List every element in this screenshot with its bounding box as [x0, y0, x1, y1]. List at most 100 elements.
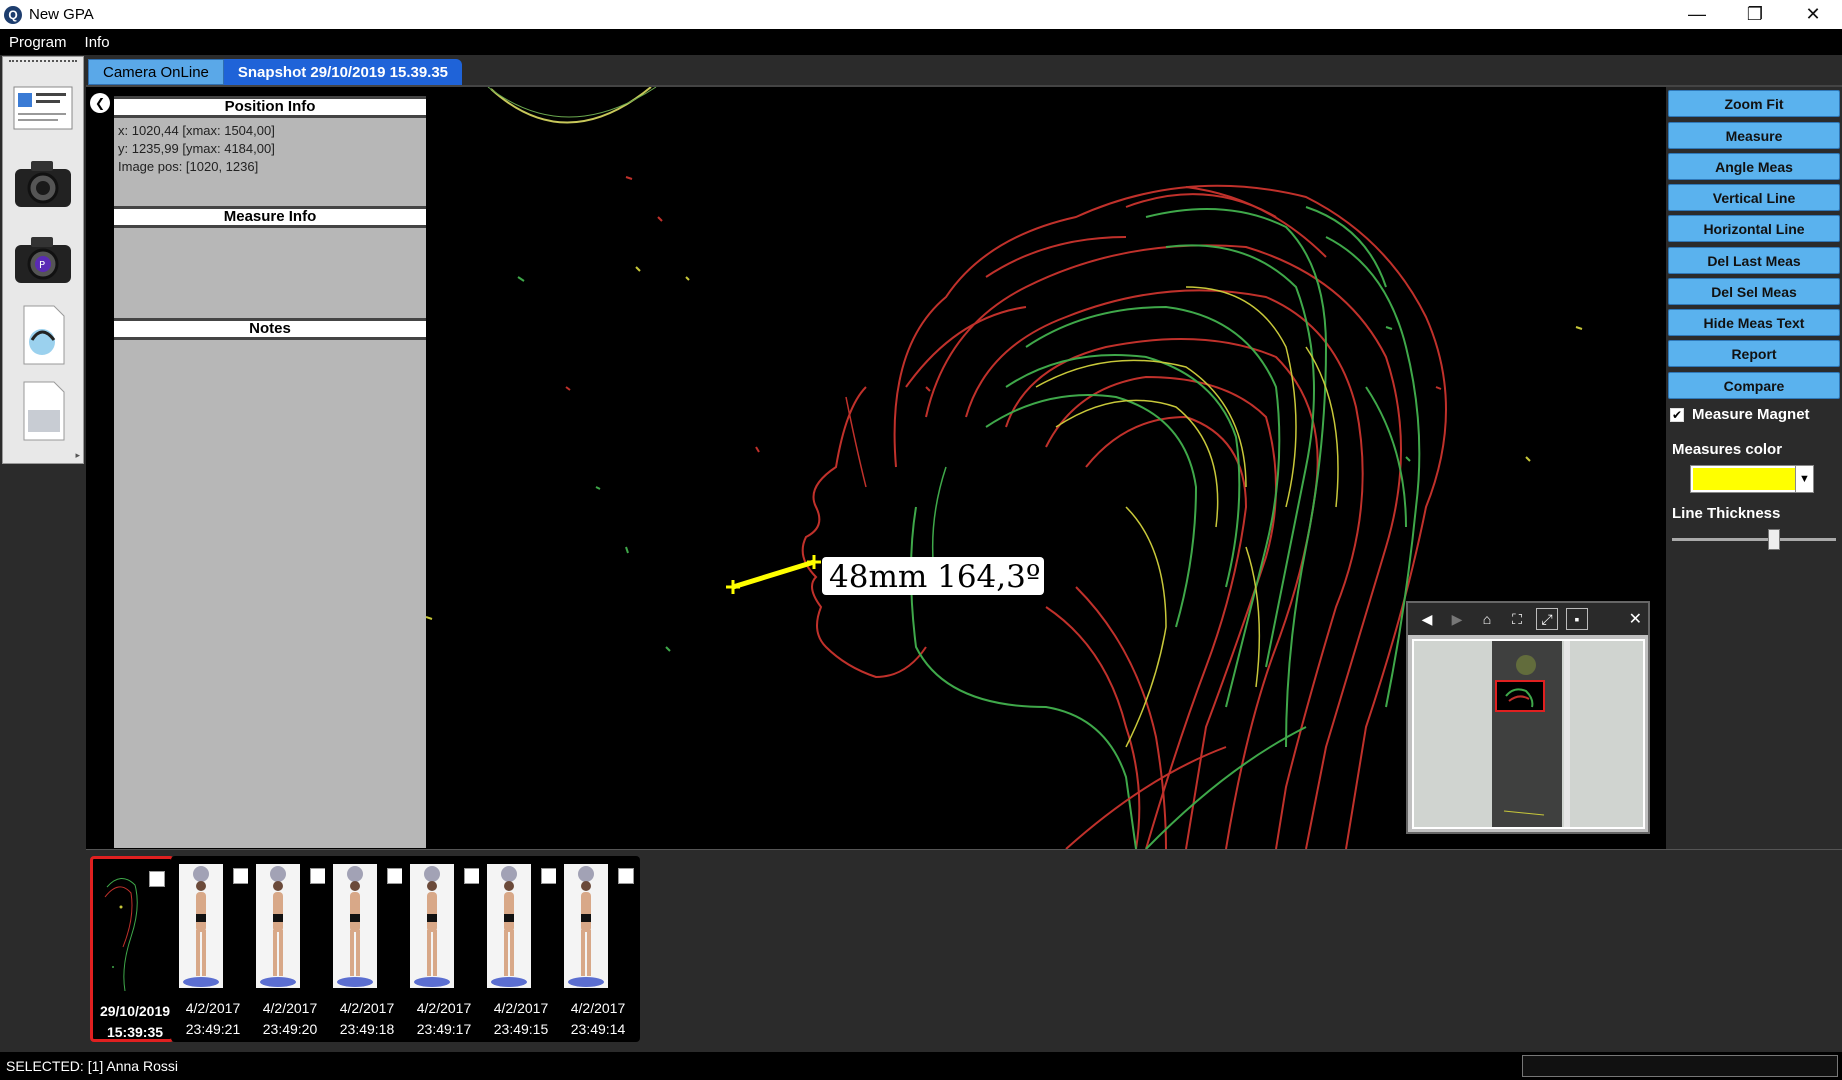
home-icon[interactable]: ⌂	[1476, 608, 1498, 630]
del-last-meas-button[interactable]: Del Last Meas	[1668, 247, 1840, 274]
patient-card-icon[interactable]	[8, 74, 78, 140]
thumbnail-date: 4/2/2017	[185, 1000, 241, 1016]
strip-grip[interactable]	[9, 60, 77, 66]
thumbnail-date: 29/10/2019	[99, 1003, 171, 1019]
thumbnail-checkbox[interactable]	[464, 868, 480, 884]
thumbnail-item[interactable]: 4/2/2017 23:49:15	[479, 856, 563, 1042]
thumbnail-time: 23:49:21	[185, 1021, 241, 1037]
horizontal-line-button[interactable]: Horizontal Line	[1668, 215, 1840, 242]
thumbnail-checkbox[interactable]	[541, 868, 557, 884]
thumbnail-time: 23:49:14	[570, 1021, 626, 1037]
position-y: y: 1235,99 [ymax: 4184,00]	[118, 141, 275, 156]
image-pos: Image pos: [1020, 1236]	[118, 159, 259, 174]
minimize-icon[interactable]: —	[1668, 0, 1726, 29]
thumbnail-checkbox[interactable]	[618, 868, 634, 884]
thumbnail-time: 23:49:20	[262, 1021, 318, 1037]
document-scan-icon[interactable]	[8, 302, 78, 368]
window-controls: — ❐ ✕	[1668, 0, 1842, 29]
tool-strip: P ▸	[2, 56, 84, 464]
thumbnail-image	[179, 864, 223, 988]
close-icon[interactable]: ✕	[1629, 609, 1642, 629]
thumbnail-item[interactable]: 29/10/2019 15:39:35	[90, 856, 174, 1042]
thumbnail-time: 23:49:18	[339, 1021, 395, 1037]
compare-button[interactable]: Compare	[1668, 372, 1840, 399]
color-swatch	[1693, 468, 1795, 490]
line-thickness-label: Line Thickness	[1672, 505, 1781, 522]
menu-program[interactable]: Program	[0, 34, 76, 51]
camera-icon[interactable]	[8, 150, 78, 216]
thumbnail-item[interactable]: 4/2/2017 23:49:21	[171, 856, 255, 1042]
measure-info-header: Measure Info	[114, 206, 426, 228]
line-thickness-slider[interactable]	[1672, 538, 1836, 541]
svg-text:P: P	[39, 260, 45, 271]
thumbnail-item[interactable]: 4/2/2017 23:49:17	[402, 856, 486, 1042]
tab-camera-online[interactable]: Camera OnLine	[88, 59, 224, 85]
slider-thumb[interactable]	[1767, 529, 1780, 550]
menu-info[interactable]: Info	[76, 34, 119, 51]
next-arrow-icon[interactable]: ▶	[1446, 608, 1468, 630]
measure-label: 48mm 164,3º	[829, 559, 1040, 595]
info-panel: Position Info x: 1020,44 [xmax: 1504,00]…	[114, 96, 426, 848]
thumbnail-checkbox[interactable]	[310, 868, 326, 884]
position-x: x: 1020,44 [xmax: 1504,00]	[118, 123, 275, 138]
title-bar: Q New GPA — ❐ ✕	[0, 0, 1842, 29]
strip-expand-icon[interactable]: ▸	[75, 450, 80, 461]
thumbnail-date: 4/2/2017	[570, 1000, 626, 1016]
position-info-header: Position Info	[114, 96, 426, 118]
navigator-toolbar: ◀ ▶ ⌂ ⛶ ⤢ ▪	[1408, 603, 1648, 635]
thumbnail-item[interactable]: 4/2/2017 23:49:14	[556, 856, 640, 1042]
chevron-down-icon[interactable]: ▼	[1795, 466, 1813, 492]
vertical-line-button[interactable]: Vertical Line	[1668, 184, 1840, 211]
thumbnail-image	[487, 864, 531, 988]
zoom-fit-button[interactable]: Zoom Fit	[1668, 90, 1840, 117]
menu-bar: Program Info	[0, 29, 1842, 55]
thumbnail-checkbox[interactable]	[233, 868, 249, 884]
navigator-panel: ◀ ▶ ⌂ ⛶ ⤢ ▪ ✕	[1406, 601, 1650, 834]
del-sel-meas-button[interactable]: Del Sel Meas	[1668, 278, 1840, 305]
measure-magnet-checkbox[interactable]: ✔	[1670, 407, 1684, 422]
close-icon[interactable]: ✕	[1784, 0, 1842, 29]
app-logo-icon: Q	[4, 5, 22, 24]
thumbnail-image	[256, 864, 300, 988]
thumbnail-image	[564, 864, 608, 988]
thumbnail-item[interactable]: 4/2/2017 23:49:20	[248, 856, 332, 1042]
notes-header: Notes	[114, 318, 426, 340]
right-panel: Zoom Fit Measure Angle Meas Vertical Lin…	[1666, 87, 1842, 849]
thumbnail-strip: 29/10/2019 15:39:35 4/2/2017 23:49:21 4/2/20…	[86, 849, 1842, 1047]
measure-info-box	[114, 228, 426, 318]
thumbnail-image	[101, 867, 145, 991]
stop-icon[interactable]: ▪	[1566, 608, 1588, 630]
thumbnail-time: 23:49:15	[493, 1021, 549, 1037]
thumbnail-date: 4/2/2017	[262, 1000, 318, 1016]
thumbnail-checkbox[interactable]	[387, 868, 403, 884]
thumbnail-date: 4/2/2017	[339, 1000, 395, 1016]
report-button[interactable]: Report	[1668, 340, 1840, 367]
measures-color-picker[interactable]: ▼	[1690, 465, 1814, 493]
measure-magnet-row: ✔ Measure Magnet	[1670, 406, 1810, 423]
status-progress-box	[1522, 1055, 1838, 1077]
thumbnail-date: 4/2/2017	[493, 1000, 549, 1016]
thumbnail-image	[410, 864, 454, 988]
thumbnail-item[interactable]: 4/2/2017 23:49:18	[325, 856, 409, 1042]
notes-area[interactable]	[114, 340, 426, 860]
thumbnail-checkbox[interactable]	[149, 871, 165, 887]
hide-meas-text-button[interactable]: Hide Meas Text	[1668, 309, 1840, 336]
navigator-view[interactable]	[1412, 639, 1645, 829]
thumbnail-image	[333, 864, 377, 988]
fit-icon[interactable]: ⛶	[1506, 608, 1528, 630]
measure-line	[732, 559, 815, 590]
camera-p-icon[interactable]: P	[8, 226, 78, 292]
restore-icon[interactable]: ❐	[1726, 0, 1784, 29]
status-text: SELECTED: [1] Anna Rossi	[6, 1058, 178, 1074]
thumbnail-date: 4/2/2017	[416, 1000, 472, 1016]
measure-magnet-label: Measure Magnet	[1692, 406, 1810, 423]
thumbnail-time: 23:49:17	[416, 1021, 472, 1037]
measure-button[interactable]: Measure	[1668, 122, 1840, 149]
angle-meas-button[interactable]: Angle Meas	[1668, 153, 1840, 180]
tab-bar: Camera OnLine Snapshot 29/10/2019 15.39.…	[88, 59, 463, 85]
tab-snapshot[interactable]: Snapshot 29/10/2019 15.39.35	[223, 59, 463, 85]
expand-icon[interactable]: ⤢	[1536, 608, 1558, 630]
document-blank-icon[interactable]	[8, 378, 78, 444]
collapse-panel-icon[interactable]: ❮	[90, 93, 110, 113]
prev-arrow-icon[interactable]: ◀	[1416, 608, 1438, 630]
